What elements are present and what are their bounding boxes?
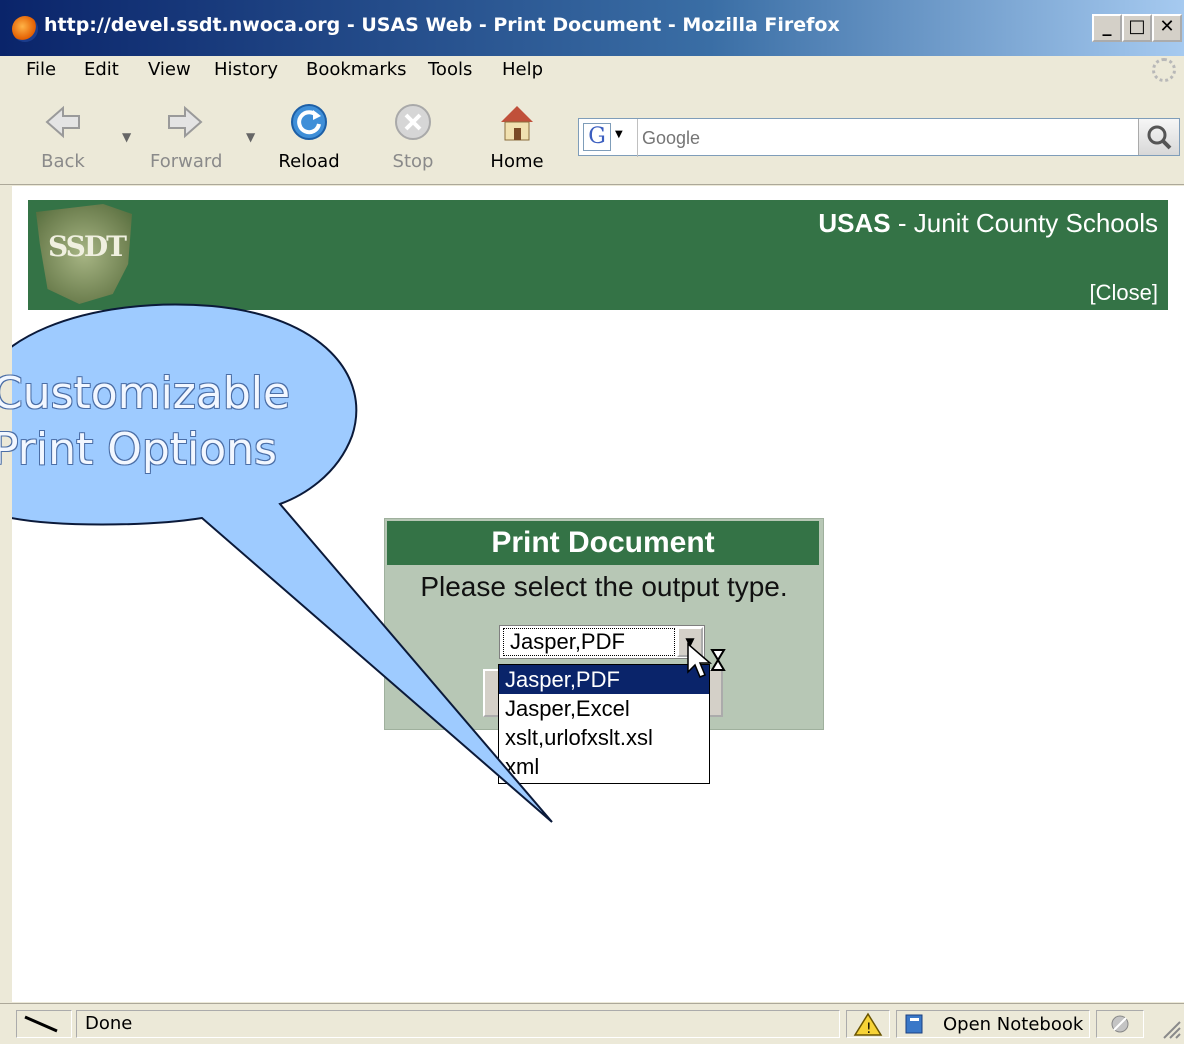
navigation-toolbar: Back ▼ Forward ▼ Reload Stop Home G ▼	[0, 88, 1184, 185]
status-bar: Done ! Open Notebook	[0, 1003, 1184, 1044]
back-label: Back	[41, 151, 85, 172]
logo-text: SSDT	[48, 230, 127, 263]
window-title: http://devel.ssdt.nwoca.org - USAS Web -…	[44, 14, 840, 36]
reload-icon	[291, 104, 327, 140]
open-notebook-button[interactable]: Open Notebook	[896, 1010, 1090, 1038]
output-type-select[interactable]: Jasper,PDF ▼	[499, 625, 705, 659]
title-bar: http://devel.ssdt.nwoca.org - USAS Web -…	[0, 0, 1184, 56]
forward-label: Forward	[150, 151, 223, 172]
search-box: G ▼	[578, 118, 1180, 157]
resize-grip-icon[interactable]	[1160, 1018, 1182, 1040]
stop-icon	[395, 104, 431, 140]
status-text: Done	[76, 1010, 840, 1038]
throbber-icon	[1152, 58, 1176, 82]
callout-text: Customizable Print Options	[0, 366, 292, 478]
back-dropdown-icon[interactable]: ▼	[122, 130, 131, 144]
status-disabled-icon[interactable]	[1096, 1010, 1144, 1038]
menu-tools[interactable]: Tools	[428, 59, 472, 80]
forward-button[interactable]: Forward	[150, 102, 223, 172]
page-content: SSDT USAS - Junit County Schools [Close]…	[0, 186, 1184, 1002]
status-security-cell	[16, 1010, 72, 1038]
reload-label: Reload	[278, 151, 340, 172]
app-name: USAS	[818, 208, 891, 238]
select-value: Jasper,PDF	[503, 628, 675, 656]
menu-bookmarks[interactable]: Bookmarks	[306, 59, 407, 80]
app-header: SSDT USAS - Junit County Schools [Close]	[28, 200, 1168, 310]
maximize-button[interactable]: □	[1122, 14, 1152, 42]
search-input[interactable]	[637, 119, 1144, 157]
google-engine-icon[interactable]: G	[583, 123, 611, 151]
browser-window: http://devel.ssdt.nwoca.org - USAS Web -…	[0, 0, 1184, 1044]
org-name: - Junit County Schools	[890, 208, 1158, 238]
stop-button[interactable]: Stop	[378, 102, 448, 172]
menu-help[interactable]: Help	[502, 59, 543, 80]
callout-line-2: Print Options	[0, 424, 277, 475]
home-icon	[501, 106, 533, 141]
notebook-icon	[905, 1014, 923, 1034]
menu-history[interactable]: History	[214, 59, 278, 80]
svg-text:!: !	[866, 1021, 872, 1037]
search-button[interactable]	[1138, 119, 1179, 155]
menu-edit[interactable]: Edit	[84, 59, 119, 80]
option-jasper-pdf[interactable]: Jasper,PDF	[499, 665, 709, 694]
option-jasper-excel[interactable]: Jasper,Excel	[499, 694, 709, 723]
option-xml[interactable]: xml	[499, 752, 709, 781]
panel-prompt: Please select the output type.	[420, 571, 788, 602]
engine-dropdown-icon[interactable]: ▼	[615, 129, 623, 140]
home-button[interactable]: Home	[482, 102, 552, 172]
close-link[interactable]: [Close]	[1090, 280, 1158, 306]
callout-line-1: Customizable	[0, 368, 291, 419]
minimize-button[interactable]: _	[1092, 14, 1122, 42]
close-window-button[interactable]: ✕	[1152, 14, 1182, 42]
pen-icon	[24, 1015, 58, 1033]
warning-icon[interactable]: !	[846, 1010, 890, 1038]
open-notebook-label: Open Notebook	[943, 1014, 1084, 1035]
menu-file[interactable]: File	[26, 59, 56, 80]
back-button[interactable]: Back	[28, 102, 98, 172]
stop-label: Stop	[392, 151, 434, 172]
output-type-dropdown: Jasper,PDF Jasper,Excel xslt,urlofxslt.x…	[498, 664, 710, 784]
forward-arrow-icon	[168, 105, 203, 139]
firefox-icon	[12, 16, 38, 42]
back-arrow-icon	[45, 105, 80, 139]
option-xslt[interactable]: xslt,urlofxslt.xsl	[499, 723, 709, 752]
menu-bar: File Edit View History Bookmarks Tools H…	[0, 56, 1184, 86]
pointer-busy-cursor-icon	[687, 642, 726, 678]
magnifier-icon	[1147, 125, 1172, 150]
reload-button[interactable]: Reload	[274, 102, 344, 172]
app-title: USAS - Junit County Schools	[818, 208, 1158, 239]
panel-title: Print Document	[387, 521, 819, 565]
menu-view[interactable]: View	[148, 59, 191, 80]
forward-dropdown-icon[interactable]: ▼	[246, 130, 255, 144]
home-label: Home	[490, 151, 544, 172]
